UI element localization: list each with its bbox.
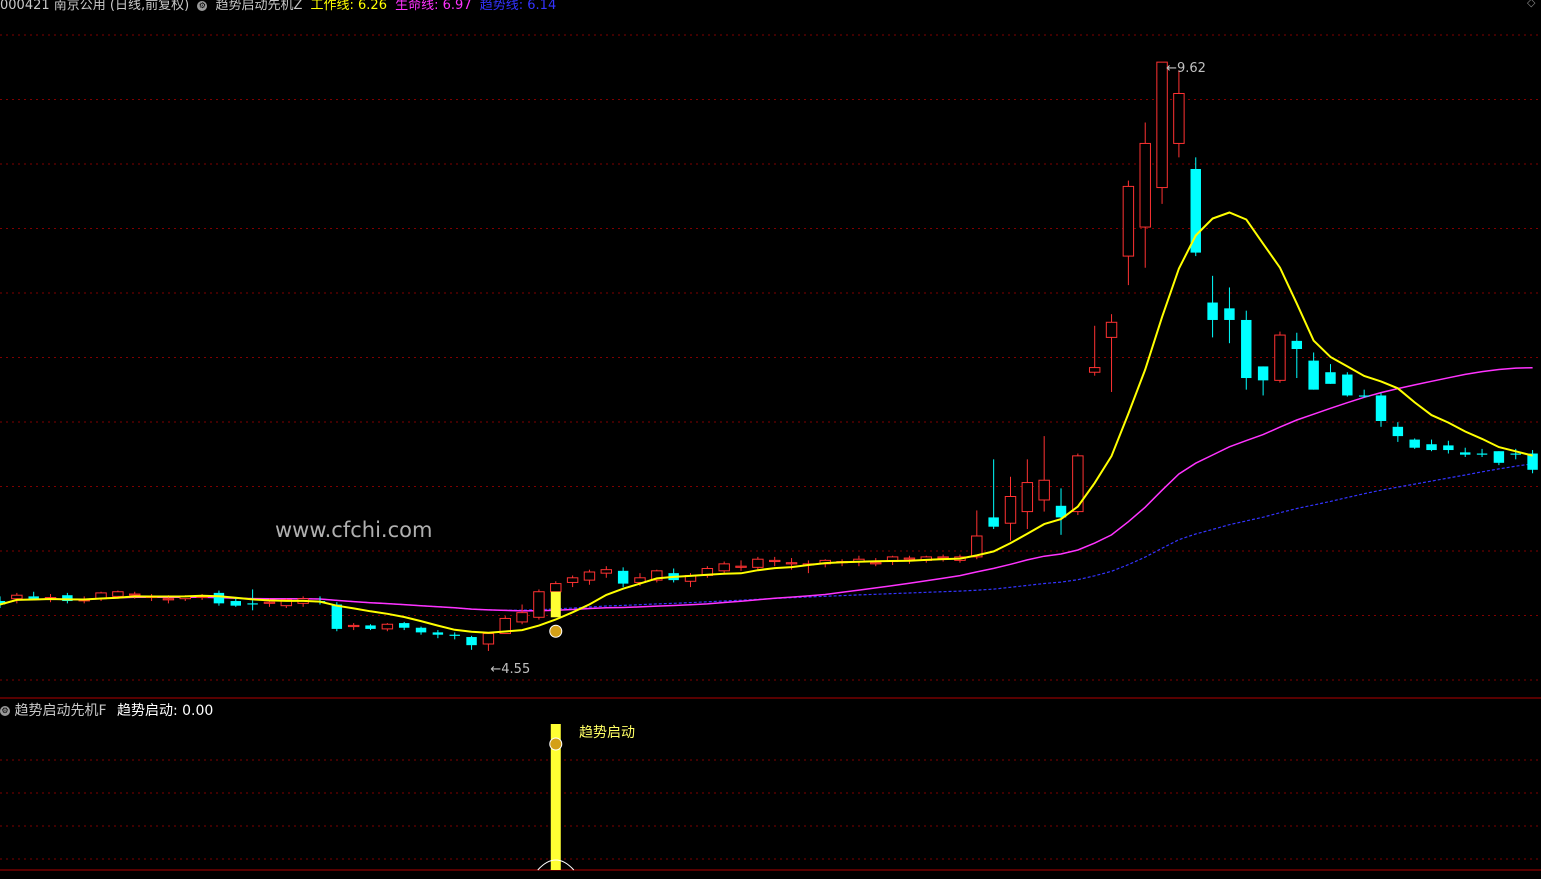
life-line [0, 366, 1533, 612]
candle-body [1493, 451, 1505, 463]
candle-body [365, 625, 376, 629]
candle-body [937, 556, 949, 559]
candle-body [1308, 360, 1319, 390]
candle-body [516, 612, 528, 623]
candle-body [1257, 366, 1269, 381]
trend-line [0, 463, 1533, 611]
candle-body [398, 623, 410, 628]
candle-body [870, 562, 882, 565]
money-bag-icon-sub [549, 737, 563, 751]
candle-body [162, 598, 175, 601]
sub-settings-icon[interactable]: ⚙ [0, 706, 10, 716]
candle-body [11, 594, 23, 600]
candle-body [617, 570, 629, 584]
candle-body [213, 592, 225, 604]
candle-body [1342, 374, 1353, 396]
candle-body [1139, 142, 1151, 228]
candle-body [1004, 495, 1017, 524]
candle-body [768, 559, 781, 563]
candle-body [1510, 453, 1521, 455]
candle-body [1156, 61, 1168, 189]
candle-body [735, 565, 747, 568]
candle-body [1409, 439, 1420, 448]
candle-body [718, 563, 730, 572]
sub-indicator-header: ⚙ 趋势启动先机F 趋势启动: 0.00 [0, 700, 213, 720]
candle-body [550, 583, 562, 593]
price-chart[interactable]: ←9.62 ←4.55 [0, 0, 1541, 879]
candle-body [230, 601, 242, 606]
candle-body [28, 596, 39, 599]
watermark: www.cfchi.com [275, 518, 433, 542]
candle-body [263, 601, 276, 604]
candle-body [1241, 319, 1252, 379]
candle-body [1325, 372, 1336, 384]
candle-body [566, 577, 579, 583]
candle-body [533, 591, 545, 618]
money-bag-icon [549, 624, 563, 638]
candle-body [1375, 395, 1387, 422]
candle-body [1527, 453, 1538, 470]
candle-body [1173, 92, 1185, 144]
candle-body [482, 633, 495, 645]
candle-body [1443, 445, 1454, 451]
candle-body [1207, 302, 1218, 320]
work-line [0, 211, 1533, 634]
candle-body [1021, 482, 1034, 513]
signal-marker-label: 趋势启动 [579, 725, 635, 741]
sub-indicator-name[interactable]: 趋势启动先机F [14, 703, 106, 719]
candle-body [129, 593, 141, 596]
candle-body [1392, 426, 1404, 437]
candle-body [600, 569, 613, 574]
candle-body [432, 632, 444, 635]
candle-body [1122, 185, 1135, 257]
candle-body [988, 517, 999, 527]
candle-body [1105, 321, 1118, 338]
candle-body [1038, 479, 1050, 501]
candle-body [903, 557, 916, 560]
candle-body [1358, 395, 1370, 397]
candle-body [1274, 334, 1286, 381]
signal-label: 趋势启动: [116, 703, 178, 719]
candle-body [1224, 308, 1235, 320]
signal-candle-highlight [550, 591, 561, 618]
candle-body [331, 604, 343, 629]
candle-body [347, 624, 360, 628]
candle-body [1072, 455, 1084, 513]
candle-body [415, 627, 427, 633]
candle-body [752, 558, 764, 568]
low-price-label: ←4.55 [490, 662, 530, 677]
candle-body [785, 562, 798, 565]
candle-body [1291, 340, 1303, 349]
candle-body [1459, 452, 1471, 455]
candle-body [583, 571, 596, 581]
candle-body [466, 637, 477, 646]
candle-body [1088, 367, 1101, 373]
candle-body [247, 603, 258, 605]
candle-body [1476, 453, 1488, 455]
high-price-label: ←9.62 [1166, 61, 1206, 76]
candle-body [449, 634, 460, 636]
signal-value: 0.00 [182, 703, 214, 719]
candle-body [1190, 168, 1201, 253]
candle-body [381, 623, 394, 630]
candle-body [112, 591, 124, 597]
candle-body [1426, 444, 1437, 451]
